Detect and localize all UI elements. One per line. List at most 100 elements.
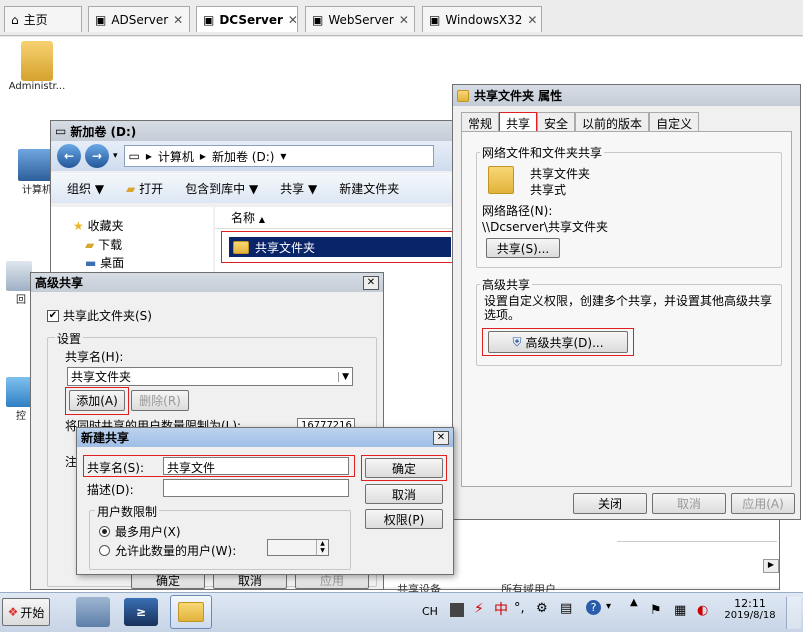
include-library-button[interactable]: 包含到库中 ▼: [185, 180, 258, 197]
nav-label: 桌面: [100, 256, 125, 270]
share-button[interactable]: 共享(S)...: [486, 238, 560, 258]
share-name-field[interactable]: 共享文件: [163, 457, 349, 475]
share-folder-checkbox[interactable]: ✔ 共享此文件夹(S): [47, 307, 152, 324]
shield-icon: ⛨: [512, 334, 522, 349]
language-indicator[interactable]: CH: [422, 605, 438, 618]
vm-icon: ▣: [203, 12, 215, 27]
share-state: 共享式: [530, 183, 567, 197]
radio-label: 允许此数量的用户(W):: [115, 544, 237, 558]
share-name-select[interactable]: 共享文件夹 ▼: [67, 367, 353, 386]
powershell-icon[interactable]: ≥: [124, 598, 158, 626]
explorer-taskbar-button[interactable]: [170, 595, 212, 629]
advanced-sharing-button[interactable]: ⛨ 高级共享(D)...: [488, 331, 628, 353]
show-desktop-button[interactable]: [786, 597, 801, 629]
tab-dcserver[interactable]: ▣ DCServer ✕: [196, 6, 298, 32]
help-icon[interactable]: ?: [586, 600, 601, 615]
chevron-down-icon[interactable]: ▾: [606, 601, 611, 612]
breadcrumb-volume[interactable]: 新加卷 (D:): [212, 148, 274, 165]
tab-bar: ⌂ 主页 ▣ ADServer ✕ ▣ DCServer ✕ ▣ WebServ…: [0, 0, 803, 36]
new-folder-button[interactable]: 新建文件夹: [339, 180, 399, 197]
clock[interactable]: 12:11 2019/8/18: [724, 597, 775, 621]
properties-dialog: 共享文件夹 属性 常规 共享 安全 以前的版本 自定义 网络文件和文件夹共享 共…: [452, 84, 801, 520]
tab-label: WebServer: [328, 12, 394, 27]
organize-button[interactable]: 组织 ▼: [67, 180, 104, 197]
new-share-titlebar[interactable]: 新建共享 ✕: [77, 428, 453, 447]
advanced-titlebar[interactable]: 高级共享 ✕: [31, 273, 383, 292]
remove-button[interactable]: 删除(R): [131, 390, 189, 411]
star-icon: ★: [73, 219, 84, 233]
close-icon[interactable]: ✕: [399, 13, 409, 27]
dialog-title: 新建共享: [81, 431, 130, 445]
user-folder-icon: [21, 41, 53, 81]
tab-home[interactable]: ⌂ 主页: [4, 6, 82, 32]
share-button[interactable]: 共享 ▼: [280, 180, 317, 197]
expand-tray-icon[interactable]: ▲: [630, 597, 638, 608]
punctuation-icon[interactable]: °,: [514, 601, 525, 616]
start-button[interactable]: ❖ 开始: [2, 598, 50, 626]
server-manager-icon[interactable]: [76, 597, 110, 627]
close-button[interactable]: 关闭: [573, 493, 647, 514]
vm-icon: ▣: [312, 12, 324, 27]
share-name-label: 共享名(S):: [87, 461, 145, 475]
window-title: 新加卷 (D:): [70, 124, 137, 139]
address-bar[interactable]: ▭ ▸ 计算机 ▸ 新加卷 (D:) ▾: [123, 145, 434, 167]
chevron-down-icon[interactable]: ▾: [280, 149, 286, 163]
properties-titlebar[interactable]: 共享文件夹 属性: [453, 85, 800, 106]
ime-logo-icon[interactable]: ⚡: [474, 601, 484, 617]
breadcrumb-computer[interactable]: 计算机: [158, 148, 194, 165]
select-value: 共享文件夹: [71, 370, 132, 384]
cancel-button[interactable]: 取消: [652, 493, 726, 514]
network-icon[interactable]: ▦: [674, 603, 686, 618]
computer-small-icon: ▭: [128, 149, 140, 163]
tab-webserver[interactable]: ▣ WebServer ✕: [305, 6, 415, 32]
description-field[interactable]: [163, 479, 349, 497]
tab-windowsx32[interactable]: ▣ WindowsX32 ✕: [422, 6, 542, 32]
allow-users-option[interactable]: 允许此数量的用户(W):: [99, 542, 236, 559]
keyboard-icon[interactable]: [450, 603, 464, 617]
close-icon[interactable]: ✕: [527, 13, 537, 27]
close-icon[interactable]: ✕: [288, 13, 298, 27]
softkeyboard-icon[interactable]: ▤: [560, 601, 572, 616]
network-path-value: \\Dcserver\共享文件夹: [482, 220, 608, 234]
sort-up-icon: ▲: [258, 215, 265, 224]
tab-panel: 网络文件和文件夹共享 共享文件夹 共享式 网络路径(N): \\Dcserver…: [461, 131, 792, 487]
apply-button[interactable]: 应用(A): [731, 493, 795, 514]
chevron-down-icon[interactable]: ▼: [338, 371, 349, 382]
group-label: 用户数限制: [95, 503, 160, 520]
max-users-option[interactable]: 最多用户(X): [99, 523, 181, 540]
scroll-right-arrow[interactable]: ▶: [763, 559, 779, 573]
chevron-down-icon[interactable]: ▾: [113, 151, 118, 161]
checkbox[interactable]: ✔: [47, 309, 59, 322]
close-icon[interactable]: ✕: [173, 13, 183, 27]
ime-mode[interactable]: 中: [494, 599, 508, 619]
close-icon[interactable]: ✕: [433, 430, 449, 445]
cancel-button[interactable]: 取消: [365, 484, 443, 504]
open-button[interactable]: ▰ 打开: [126, 180, 163, 197]
nav-desktop[interactable]: ▬ 桌面: [85, 254, 124, 271]
forward-arrow-icon[interactable]: →: [85, 144, 109, 168]
file-row-shared-folder[interactable]: 共享文件夹: [229, 237, 451, 257]
tab-label: DCServer: [219, 12, 283, 27]
radio-button[interactable]: [99, 526, 110, 537]
permissions-button[interactable]: 权限(P): [365, 509, 443, 529]
drive-icon: ▭: [55, 124, 67, 138]
volume-muted-icon[interactable]: ◐: [697, 603, 708, 618]
nav-downloads[interactable]: ▰ 下载: [85, 236, 122, 253]
user-count-spinner[interactable]: ▲ ▼: [267, 539, 329, 556]
settings-icon[interactable]: ⚙: [536, 601, 548, 616]
folder-icon: [178, 602, 204, 622]
ok-button[interactable]: 确定: [365, 458, 443, 478]
tab-adserver[interactable]: ▣ ADServer ✕: [88, 6, 190, 32]
flag-icon[interactable]: ⚑: [650, 603, 662, 618]
close-icon[interactable]: ✕: [363, 275, 379, 290]
group-label: 设置: [55, 330, 84, 347]
spinner-arrows-icon[interactable]: ▲ ▼: [316, 540, 328, 555]
clock-time: 12:11: [734, 597, 766, 610]
back-arrow-icon[interactable]: ←: [57, 144, 81, 168]
radio-button[interactable]: [99, 545, 110, 556]
nav-label: 下载: [98, 238, 123, 252]
desktop-icon-admin[interactable]: Administr...: [2, 41, 72, 92]
nav-favorites[interactable]: ★ 收藏夹: [73, 217, 124, 234]
vm-icon: ▣: [429, 12, 441, 27]
add-button[interactable]: 添加(A): [69, 390, 125, 411]
